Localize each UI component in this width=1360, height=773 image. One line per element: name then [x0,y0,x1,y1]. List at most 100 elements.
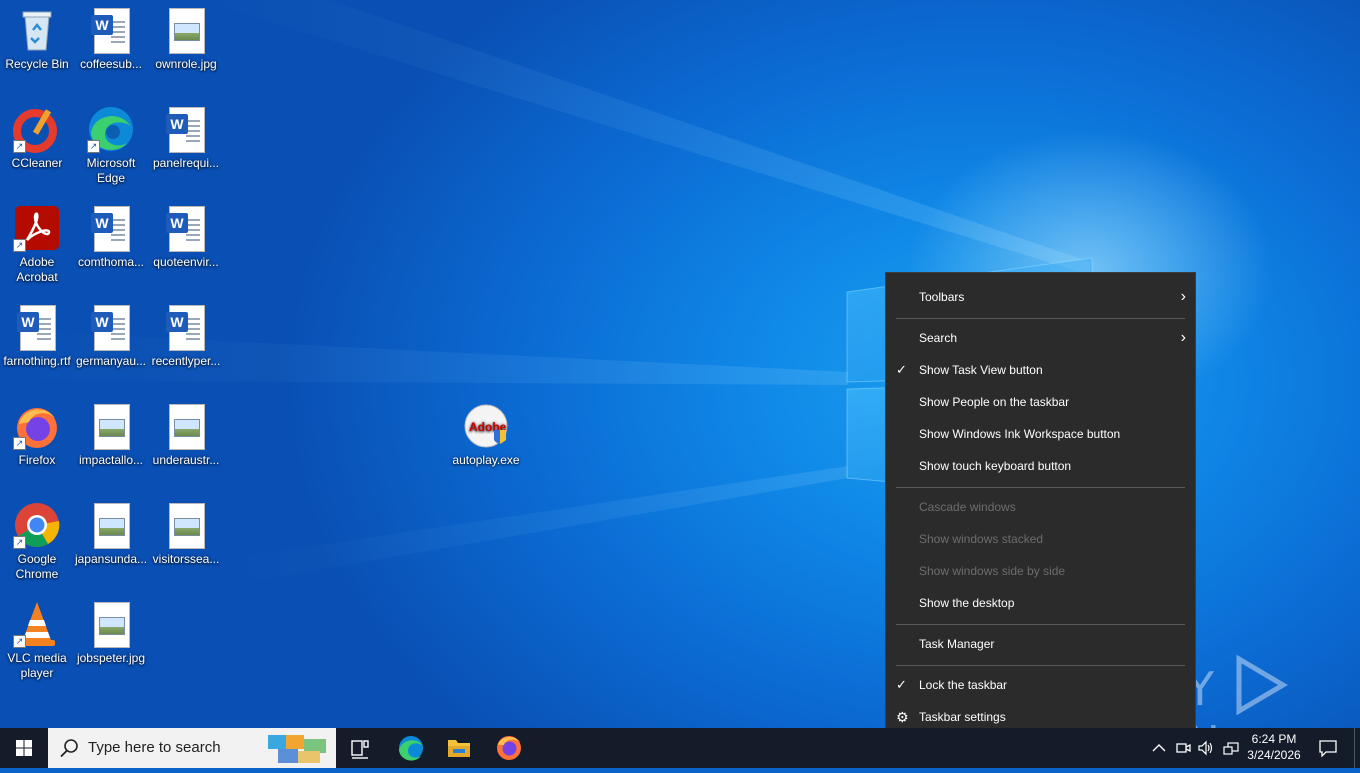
windows-logo-icon [16,740,32,756]
image-file-icon [162,501,210,549]
menu-separator [896,624,1185,625]
chrome-icon: ↗ [13,501,61,549]
clock-date: 3/24/2026 [1247,748,1301,762]
file-explorer-icon [448,740,470,757]
icon-label: underaustr... [152,453,220,467]
desktop-icon-japansunda[interactable]: japansunda... [74,501,148,567]
show-desktop-button[interactable] [1354,728,1360,768]
adobe-installer-icon: Adobe [462,402,510,450]
image-file-icon [162,6,210,54]
taskbar-clock[interactable]: 6:24 PM 3/24/2026 [1240,731,1308,763]
desktop-icon-ownrole[interactable]: ownrole.jpg [149,6,223,72]
shortcut-arrow-icon: ↗ [13,239,26,252]
recycle-bin-icon [13,6,61,54]
desktop-icon-coffeesub[interactable]: W coffeesub... [74,6,148,72]
desktop-icon-visitorssea[interactable]: visitorssea... [149,501,223,567]
menu-item-label: Show the desktop [919,596,1015,610]
desktop-icon-jobspeter[interactable]: jobspeter.jpg [74,600,148,666]
search-placeholder: Type here to search [88,739,221,756]
network-icon[interactable] [1222,740,1240,756]
icon-label: farnothing.rtf [3,354,71,368]
acrobat-icon: ↗ [13,204,61,252]
desktop-icon-vlc[interactable]: ↗ VLC media player [0,600,74,681]
menu-item-label: Cascade windows [919,500,1016,514]
menu-item-windows-side-by-side: Show windows side by side [886,556,1195,586]
icon-label: VLC media player [7,651,67,680]
icon-label: CCleaner [11,156,63,170]
desktop-icon-recycle-bin[interactable]: Recycle Bin [0,6,74,72]
icon-label: quoteenvir... [153,255,219,269]
desktop-icon-comthoma[interactable]: W comthoma... [74,204,148,270]
notification-center-icon[interactable] [1318,739,1338,757]
menu-item-toolbars[interactable]: Toolbars › [886,282,1195,312]
menu-item-label: Show Windows Ink Workspace button [919,427,1121,441]
play-logo-icon [1236,654,1288,716]
desktop-icon-autoplay[interactable]: Adobe autoplay.exe [449,402,523,468]
meet-now-icon[interactable] [1175,740,1191,756]
taskbar-firefox-button[interactable] [485,728,533,768]
menu-item-show-ink-workspace[interactable]: Show Windows Ink Workspace button [886,419,1195,449]
icon-label: ownrole.jpg [155,57,217,71]
menu-item-cascade-windows: Cascade windows [886,492,1195,522]
icon-label: Recycle Bin [5,57,69,71]
icon-label: comthoma... [77,255,145,269]
word-doc-icon: W [162,204,210,252]
menu-item-show-people[interactable]: Show People on the taskbar [886,387,1195,417]
start-button[interactable] [0,728,48,768]
ccleaner-icon: ↗ [13,105,61,153]
taskbar-file-explorer-button[interactable] [435,728,483,768]
menu-item-label: Search [919,331,958,345]
menu-item-show-task-view[interactable]: ✓ Show Task View button [886,355,1195,385]
menu-item-label: Show windows stacked [919,532,1044,546]
clock-time: 6:24 PM [1251,732,1297,746]
image-file-icon [87,501,135,549]
menu-item-windows-stacked: Show windows stacked [886,524,1195,554]
desktop-icon-adobe-acrobat[interactable]: ↗ Adobe Acrobat [0,204,74,285]
search-highlight-puzzle-icon [268,735,326,763]
desktop-icon-panelrequi[interactable]: W panelrequi... [149,105,223,171]
menu-item-lock-taskbar[interactable]: ✓ Lock the taskbar [886,670,1195,700]
desktop-icon-farnothing[interactable]: W farnothing.rtf [0,303,74,369]
desktop-icon-google-chrome[interactable]: ↗ Google Chrome [0,501,74,582]
icon-label: Microsoft Edge [86,156,136,185]
image-file-icon [87,402,135,450]
menu-item-show-desktop[interactable]: Show the desktop [886,588,1195,618]
search-icon [60,739,78,758]
vlc-icon: ↗ [13,600,61,648]
menu-item-search[interactable]: Search › [886,323,1195,353]
desktop-icon-underaustr[interactable]: underaustr... [149,402,223,468]
menu-separator [896,665,1185,666]
chevron-up-icon[interactable] [1152,743,1166,753]
desktop-icon-quoteenvir[interactable]: W quoteenvir... [149,204,223,270]
menu-item-task-manager[interactable]: Task Manager [886,629,1195,659]
shortcut-arrow-icon: ↗ [13,437,26,450]
icon-label: recentlyper... [151,354,221,368]
menu-item-label: Show touch keyboard button [919,459,1072,473]
taskbar-search-box[interactable]: Type here to search [48,728,336,768]
word-doc-icon: W [87,6,135,54]
taskbar-edge-button[interactable] [387,728,435,768]
desktop-icon-microsoft-edge[interactable]: ↗ Microsoft Edge [74,105,148,186]
taskbar: Type here to search 6:24 PM 3/24/2026 [0,728,1360,768]
icon-label: autoplay.exe [452,453,520,467]
checkmark-icon: ✓ [896,362,907,377]
menu-item-show-touch-keyboard[interactable]: Show touch keyboard button [886,451,1195,481]
image-file-icon [87,600,135,648]
desktop-icon-firefox[interactable]: ↗ Firefox [0,402,74,468]
firefox-icon [497,736,521,760]
desktop-icon-germanyau[interactable]: W germanyau... [74,303,148,369]
checkmark-icon: ✓ [896,677,907,692]
desktop-icon-ccleaner[interactable]: ↗ CCleaner [0,105,74,171]
edge-icon: ↗ [87,105,135,153]
shortcut-arrow-icon: ↗ [87,140,100,153]
icon-label: Adobe Acrobat [16,255,58,284]
desktop-icon-recentlyper[interactable]: W recentlyper... [149,303,223,369]
desktop-icon-impactallo[interactable]: impactallo... [74,402,148,468]
volume-icon[interactable] [1197,740,1215,756]
icon-label: germanyau... [75,354,147,368]
firefox-icon: ↗ [13,402,61,450]
task-view-button[interactable] [336,728,384,768]
icon-label: coffeesub... [80,57,142,71]
word-doc-icon: W [13,303,61,351]
task-view-icon [351,740,369,759]
